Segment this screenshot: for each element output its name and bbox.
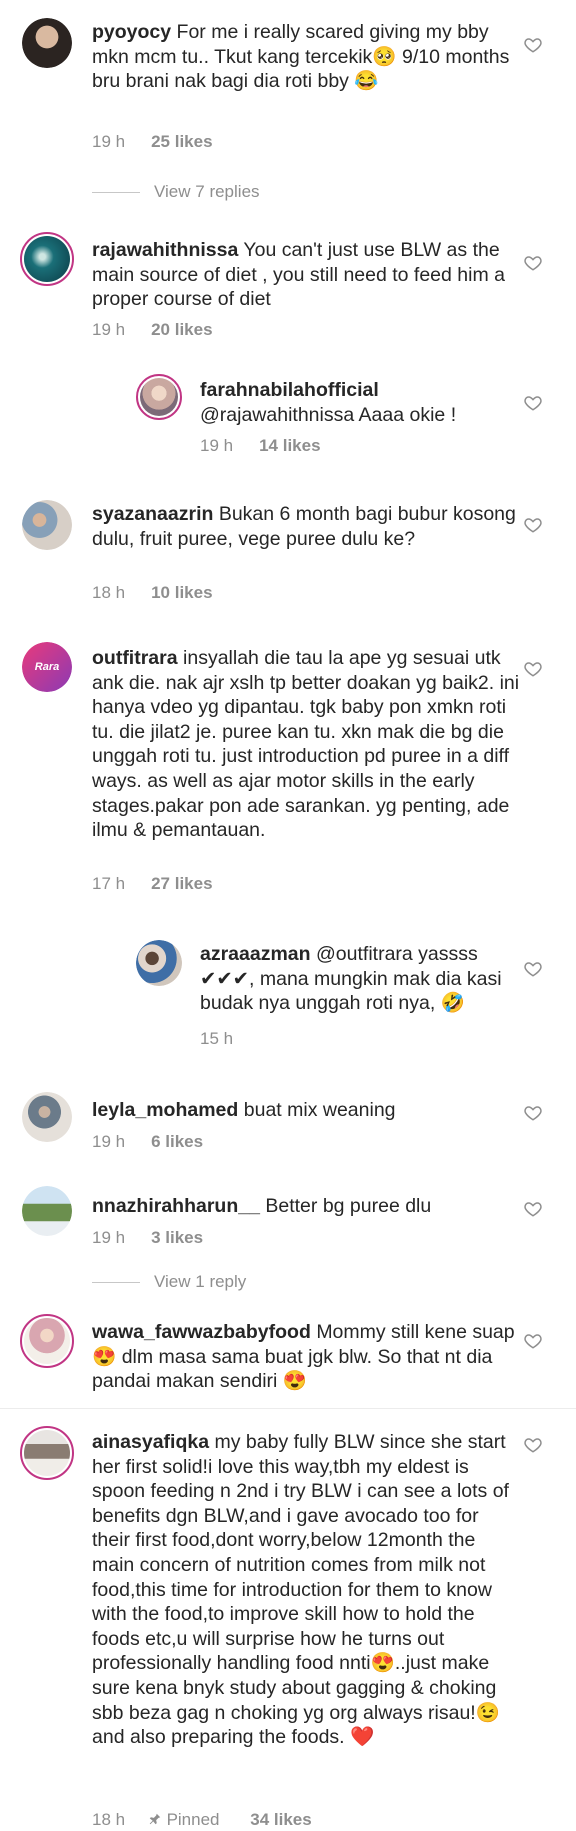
pin-icon <box>149 1813 161 1825</box>
avatar-logo: Rara <box>22 642 72 692</box>
comment-text: buat mix weaning <box>243 1099 396 1121</box>
comment-username[interactable]: ainasyafiqka <box>92 1431 209 1453</box>
comment-time: 15 h <box>200 1029 234 1048</box>
section-divider <box>0 1408 576 1409</box>
comment-body: nnazhirahharun__ Better bg puree dlu <box>92 1194 522 1219</box>
comment-meta: 19 h 6 likes <box>92 1132 203 1152</box>
comment-meta: 19 h 25 likes <box>92 132 213 152</box>
comment-time: 19 h <box>92 132 126 151</box>
comment-body: leyla_mohamed buat mix weaning <box>92 1098 522 1123</box>
comment-time: 18 h <box>92 1810 126 1829</box>
comment-text: insyallah die tau la ape yg sesuai utk a… <box>92 647 520 842</box>
comment-meta: 19 h 14 likes <box>200 436 321 456</box>
comment-meta: 17 h 27 likes <box>92 874 213 894</box>
comment-username[interactable]: nnazhirahharun__ <box>92 1195 260 1217</box>
comment-likes[interactable]: 10 likes <box>151 583 212 602</box>
comment-likes[interactable]: 3 likes <box>151 1228 203 1247</box>
heart-outline-icon[interactable] <box>524 660 542 678</box>
comment-text: my baby fully BLW since she start her fi… <box>92 1431 509 1749</box>
heart-outline-icon[interactable] <box>524 516 542 534</box>
comment-likes[interactable]: 27 likes <box>151 874 212 893</box>
comment-item: Rara outfitrara insyallah die tau la ape… <box>0 630 576 910</box>
avatar[interactable] <box>136 940 182 986</box>
comment-body: outfitrara insyallah die tau la ape yg s… <box>92 646 522 843</box>
avatar[interactable] <box>22 18 72 68</box>
heart-outline-icon[interactable] <box>524 1200 542 1218</box>
comment-likes[interactable]: 20 likes <box>151 320 212 339</box>
reply-item: azraaazman @outfitrara yassss ✔✔✔, mana … <box>0 930 576 1060</box>
comment-username[interactable]: pyoyocy <box>92 21 171 43</box>
view-replies-label[interactable]: View 1 reply <box>154 1272 246 1291</box>
pinned-badge: Pinned <box>148 1810 224 1829</box>
avatar[interactable] <box>22 1092 72 1142</box>
comment-username[interactable]: farahnabilahofficial <box>200 379 379 401</box>
comment-item: nnazhirahharun__ Better bg puree dlu 19 … <box>0 1176 576 1266</box>
comment-body: farahnabilahofficial @rajawahithnissa Aa… <box>200 378 520 427</box>
view-replies-button[interactable]: View 7 replies <box>92 182 260 202</box>
heart-outline-icon[interactable] <box>524 254 542 272</box>
comment-time: 17 h <box>92 874 126 893</box>
avatar[interactable] <box>22 500 72 550</box>
avatar[interactable]: Rara <box>22 642 72 692</box>
reply-item: farahnabilahofficial @rajawahithnissa Aa… <box>0 364 576 464</box>
avatar[interactable] <box>22 1186 72 1236</box>
comment-likes[interactable]: 34 likes <box>250 1810 311 1829</box>
comment-username[interactable]: azraaazman <box>200 943 311 965</box>
comment-time: 18 h <box>92 583 126 602</box>
comment-username[interactable]: wawa_fawwazbabyfood <box>92 1321 311 1343</box>
comment-item: ainasyafiqka my baby fully BLW since she… <box>0 1416 576 1831</box>
comment-item: syazanaazrin Bukan 6 month bagi bubur ko… <box>0 486 576 616</box>
heart-outline-icon[interactable] <box>524 1332 542 1350</box>
avatar[interactable] <box>20 232 74 286</box>
avatar[interactable] <box>20 1314 74 1368</box>
comment-body: pyoyocy For me i really scared giving my… <box>92 20 522 94</box>
replies-divider <box>92 1282 140 1284</box>
comment-likes[interactable]: 25 likes <box>151 132 212 151</box>
comment-body: syazanaazrin Bukan 6 month bagi bubur ko… <box>92 502 522 551</box>
avatar[interactable] <box>20 1426 74 1480</box>
comment-username[interactable]: leyla_mohamed <box>92 1099 238 1121</box>
comment-body: rajawahithnissa You can't just use BLW a… <box>92 238 522 312</box>
comment-meta: 18 h Pinned 34 likes <box>92 1810 312 1830</box>
comment-likes[interactable]: 6 likes <box>151 1132 203 1151</box>
heart-outline-icon[interactable] <box>524 1436 542 1454</box>
comment-meta: 19 h 3 likes <box>92 1228 203 1248</box>
comment-meta: 19 h 20 likes <box>92 320 213 340</box>
avatar[interactable] <box>136 374 182 420</box>
comment-item: rajawahithnissa You can't just use BLW a… <box>0 220 576 340</box>
comment-item: wawa_fawwazbabyfood Mommy still kene sua… <box>0 1304 576 1404</box>
comment-meta: 15 h <box>200 1029 233 1049</box>
comment-username[interactable]: syazanaazrin <box>92 503 213 525</box>
comment-time: 19 h <box>92 1228 126 1247</box>
comment-body: ainasyafiqka my baby fully BLW since she… <box>92 1430 512 1750</box>
heart-outline-icon[interactable] <box>524 394 542 412</box>
comment-text: @rajawahithnissa Aaaa okie ! <box>200 403 457 426</box>
view-replies-label[interactable]: View 7 replies <box>154 182 260 201</box>
heart-outline-icon[interactable] <box>524 960 542 978</box>
heart-outline-icon[interactable] <box>524 36 542 54</box>
comment-username[interactable]: rajawahithnissa <box>92 239 238 261</box>
comment-time: 19 h <box>92 320 126 339</box>
comment-time: 19 h <box>92 1132 126 1151</box>
comment-username[interactable]: outfitrara <box>92 647 178 669</box>
comment-likes[interactable]: 14 likes <box>259 436 320 455</box>
comment-item: pyoyocy For me i really scared giving my… <box>0 0 576 152</box>
comment-meta: 18 h 10 likes <box>92 583 213 603</box>
replies-divider <box>92 192 140 194</box>
heart-outline-icon[interactable] <box>524 1104 542 1122</box>
comment-time: 19 h <box>200 436 234 455</box>
comment-body: wawa_fawwazbabyfood Mommy still kene sua… <box>92 1320 522 1394</box>
comment-body: azraaazman @outfitrara yassss ✔✔✔, mana … <box>200 942 520 1016</box>
view-replies-button[interactable]: View 1 reply <box>92 1272 246 1292</box>
comment-item: leyla_mohamed buat mix weaning 19 h 6 lik… <box>0 1080 576 1170</box>
comment-text: Better bg puree dlu <box>265 1195 432 1217</box>
pinned-label: Pinned <box>166 1810 220 1829</box>
